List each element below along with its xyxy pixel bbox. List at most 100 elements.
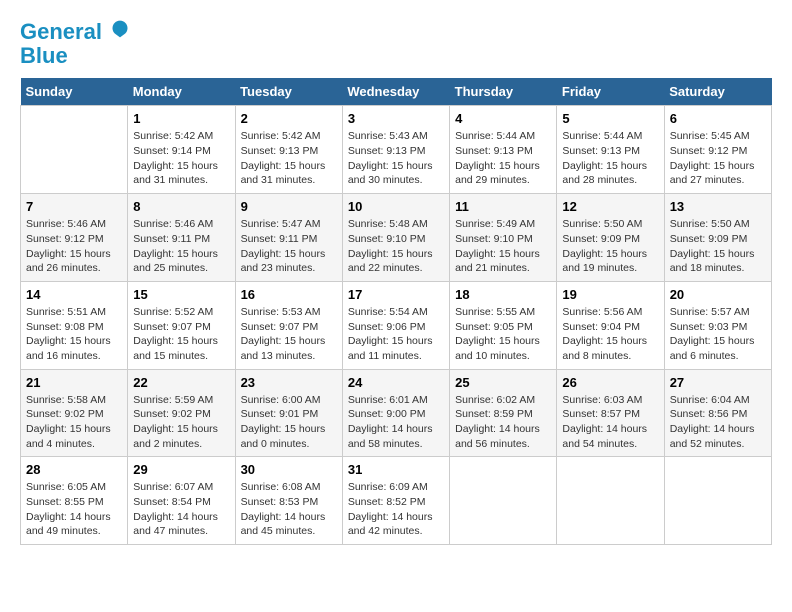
day-info: Sunrise: 6:02 AM Sunset: 8:59 PM Dayligh…	[455, 393, 551, 452]
logo: General Blue	[20, 20, 130, 68]
calendar-cell: 18Sunrise: 5:55 AM Sunset: 9:05 PM Dayli…	[450, 281, 557, 369]
logo-icon	[110, 19, 130, 39]
calendar-cell	[557, 457, 664, 545]
calendar-cell: 21Sunrise: 5:58 AM Sunset: 9:02 PM Dayli…	[21, 369, 128, 457]
calendar-cell: 2 Sunrise: 5:42 AM Sunset: 9:13 PM Daylig…	[235, 106, 342, 194]
day-info: Sunrise: 5:42 AM Sunset: 9:14 PM Dayligh…	[133, 129, 229, 188]
weekday-header-sunday: Sunday	[21, 78, 128, 106]
day-info: Sunrise: 6:05 AM Sunset: 8:55 PM Dayligh…	[26, 480, 122, 539]
day-info: Sunrise: 5:44 AM Sunset: 9:13 PM Dayligh…	[455, 129, 551, 188]
day-number: 5	[562, 111, 658, 126]
calendar-cell: 30 Sunrise: 6:08 AM Sunset: 8:53 PM Dayli…	[235, 457, 342, 545]
calendar-cell: 13Sunrise: 5:50 AM Sunset: 9:09 PM Dayli…	[664, 194, 771, 282]
calendar-cell	[664, 457, 771, 545]
day-info: Sunrise: 6:08 AM Sunset: 8:53 PM Dayligh…	[241, 480, 337, 539]
calendar-week-row: 1 Sunrise: 5:42 AM Sunset: 9:14 PM Daylig…	[21, 106, 772, 194]
calendar-cell: 4 Sunrise: 5:44 AM Sunset: 9:13 PM Daylig…	[450, 106, 557, 194]
calendar-table: SundayMondayTuesdayWednesdayThursdayFrid…	[20, 78, 772, 545]
day-number: 2	[241, 111, 337, 126]
calendar-cell: 26 Sunrise: 6:03 AM Sunset: 8:57 PM Dayli…	[557, 369, 664, 457]
day-info: Sunrise: 6:00 AM Sunset: 9:01 PM Dayligh…	[241, 393, 337, 452]
day-info: Sunrise: 5:53 AM Sunset: 9:07 PM Dayligh…	[241, 305, 337, 364]
day-info: Sunrise: 6:07 AM Sunset: 8:54 PM Dayligh…	[133, 480, 229, 539]
calendar-cell: 14 Sunrise: 5:51 AM Sunset: 9:08 PM Dayli…	[21, 281, 128, 369]
calendar-cell: 24 Sunrise: 6:01 AM Sunset: 9:00 PM Dayli…	[342, 369, 449, 457]
day-number: 30	[241, 462, 337, 477]
header: General Blue	[20, 20, 772, 68]
calendar-cell: 12Sunrise: 5:50 AM Sunset: 9:09 PM Dayli…	[557, 194, 664, 282]
day-number: 8	[133, 199, 229, 214]
calendar-cell: 6Sunrise: 5:45 AM Sunset: 9:12 PM Daylig…	[664, 106, 771, 194]
calendar-cell: 16 Sunrise: 5:53 AM Sunset: 9:07 PM Dayli…	[235, 281, 342, 369]
day-number: 25	[455, 375, 551, 390]
calendar-cell: 19Sunrise: 5:56 AM Sunset: 9:04 PM Dayli…	[557, 281, 664, 369]
day-number: 4	[455, 111, 551, 126]
day-number: 3	[348, 111, 444, 126]
calendar-cell: 5 Sunrise: 5:44 AM Sunset: 9:13 PM Daylig…	[557, 106, 664, 194]
day-info: Sunrise: 6:03 AM Sunset: 8:57 PM Dayligh…	[562, 393, 658, 452]
day-info: Sunrise: 5:50 AM Sunset: 9:09 PM Dayligh…	[670, 217, 766, 276]
day-number: 11	[455, 199, 551, 214]
logo-subtext: Blue	[20, 44, 130, 68]
day-number: 23	[241, 375, 337, 390]
calendar-body: 1 Sunrise: 5:42 AM Sunset: 9:14 PM Daylig…	[21, 106, 772, 545]
weekday-header-thursday: Thursday	[450, 78, 557, 106]
weekday-header-wednesday: Wednesday	[342, 78, 449, 106]
day-number: 21	[26, 375, 122, 390]
calendar-cell	[21, 106, 128, 194]
day-number: 19	[562, 287, 658, 302]
day-number: 26	[562, 375, 658, 390]
day-info: Sunrise: 5:44 AM Sunset: 9:13 PM Dayligh…	[562, 129, 658, 188]
day-info: Sunrise: 5:46 AM Sunset: 9:12 PM Dayligh…	[26, 217, 122, 276]
logo-text: General	[20, 20, 130, 44]
calendar-cell: 10Sunrise: 5:48 AM Sunset: 9:10 PM Dayli…	[342, 194, 449, 282]
calendar-cell: 17 Sunrise: 5:54 AM Sunset: 9:06 PM Dayli…	[342, 281, 449, 369]
calendar-week-row: 7 Sunrise: 5:46 AM Sunset: 9:12 PM Daylig…	[21, 194, 772, 282]
weekday-header-tuesday: Tuesday	[235, 78, 342, 106]
day-number: 12	[562, 199, 658, 214]
calendar-cell: 28Sunrise: 6:05 AM Sunset: 8:55 PM Dayli…	[21, 457, 128, 545]
calendar-cell: 9 Sunrise: 5:47 AM Sunset: 9:11 PM Daylig…	[235, 194, 342, 282]
calendar-week-row: 28Sunrise: 6:05 AM Sunset: 8:55 PM Dayli…	[21, 457, 772, 545]
day-number: 14	[26, 287, 122, 302]
weekday-header-saturday: Saturday	[664, 78, 771, 106]
day-number: 24	[348, 375, 444, 390]
calendar-cell: 1 Sunrise: 5:42 AM Sunset: 9:14 PM Daylig…	[128, 106, 235, 194]
day-info: Sunrise: 5:52 AM Sunset: 9:07 PM Dayligh…	[133, 305, 229, 364]
day-info: Sunrise: 5:57 AM Sunset: 9:03 PM Dayligh…	[670, 305, 766, 364]
calendar-cell: 31 Sunrise: 6:09 AM Sunset: 8:52 PM Dayli…	[342, 457, 449, 545]
calendar-cell: 3 Sunrise: 5:43 AM Sunset: 9:13 PM Daylig…	[342, 106, 449, 194]
calendar-cell: 11Sunrise: 5:49 AM Sunset: 9:10 PM Dayli…	[450, 194, 557, 282]
calendar-header: SundayMondayTuesdayWednesdayThursdayFrid…	[21, 78, 772, 106]
day-number: 27	[670, 375, 766, 390]
weekday-header-row: SundayMondayTuesdayWednesdayThursdayFrid…	[21, 78, 772, 106]
calendar-cell: 7 Sunrise: 5:46 AM Sunset: 9:12 PM Daylig…	[21, 194, 128, 282]
day-info: Sunrise: 6:04 AM Sunset: 8:56 PM Dayligh…	[670, 393, 766, 452]
day-number: 16	[241, 287, 337, 302]
calendar-cell: 29 Sunrise: 6:07 AM Sunset: 8:54 PM Dayli…	[128, 457, 235, 545]
calendar-cell: 15Sunrise: 5:52 AM Sunset: 9:07 PM Dayli…	[128, 281, 235, 369]
day-info: Sunrise: 5:43 AM Sunset: 9:13 PM Dayligh…	[348, 129, 444, 188]
day-info: Sunrise: 6:09 AM Sunset: 8:52 PM Dayligh…	[348, 480, 444, 539]
day-info: Sunrise: 5:55 AM Sunset: 9:05 PM Dayligh…	[455, 305, 551, 364]
calendar-week-row: 14 Sunrise: 5:51 AM Sunset: 9:08 PM Dayli…	[21, 281, 772, 369]
day-info: Sunrise: 5:54 AM Sunset: 9:06 PM Dayligh…	[348, 305, 444, 364]
day-number: 20	[670, 287, 766, 302]
calendar-cell: 27 Sunrise: 6:04 AM Sunset: 8:56 PM Dayli…	[664, 369, 771, 457]
day-info: Sunrise: 5:42 AM Sunset: 9:13 PM Dayligh…	[241, 129, 337, 188]
day-info: Sunrise: 5:45 AM Sunset: 9:12 PM Dayligh…	[670, 129, 766, 188]
day-number: 9	[241, 199, 337, 214]
day-info: Sunrise: 5:48 AM Sunset: 9:10 PM Dayligh…	[348, 217, 444, 276]
day-number: 7	[26, 199, 122, 214]
day-number: 1	[133, 111, 229, 126]
calendar-cell: 8Sunrise: 5:46 AM Sunset: 9:11 PM Daylig…	[128, 194, 235, 282]
calendar-cell: 22Sunrise: 5:59 AM Sunset: 9:02 PM Dayli…	[128, 369, 235, 457]
weekday-header-friday: Friday	[557, 78, 664, 106]
day-number: 17	[348, 287, 444, 302]
day-info: Sunrise: 6:01 AM Sunset: 9:00 PM Dayligh…	[348, 393, 444, 452]
day-number: 29	[133, 462, 229, 477]
day-number: 31	[348, 462, 444, 477]
calendar-cell: 23 Sunrise: 6:00 AM Sunset: 9:01 PM Dayli…	[235, 369, 342, 457]
day-info: Sunrise: 5:51 AM Sunset: 9:08 PM Dayligh…	[26, 305, 122, 364]
day-info: Sunrise: 5:47 AM Sunset: 9:11 PM Dayligh…	[241, 217, 337, 276]
